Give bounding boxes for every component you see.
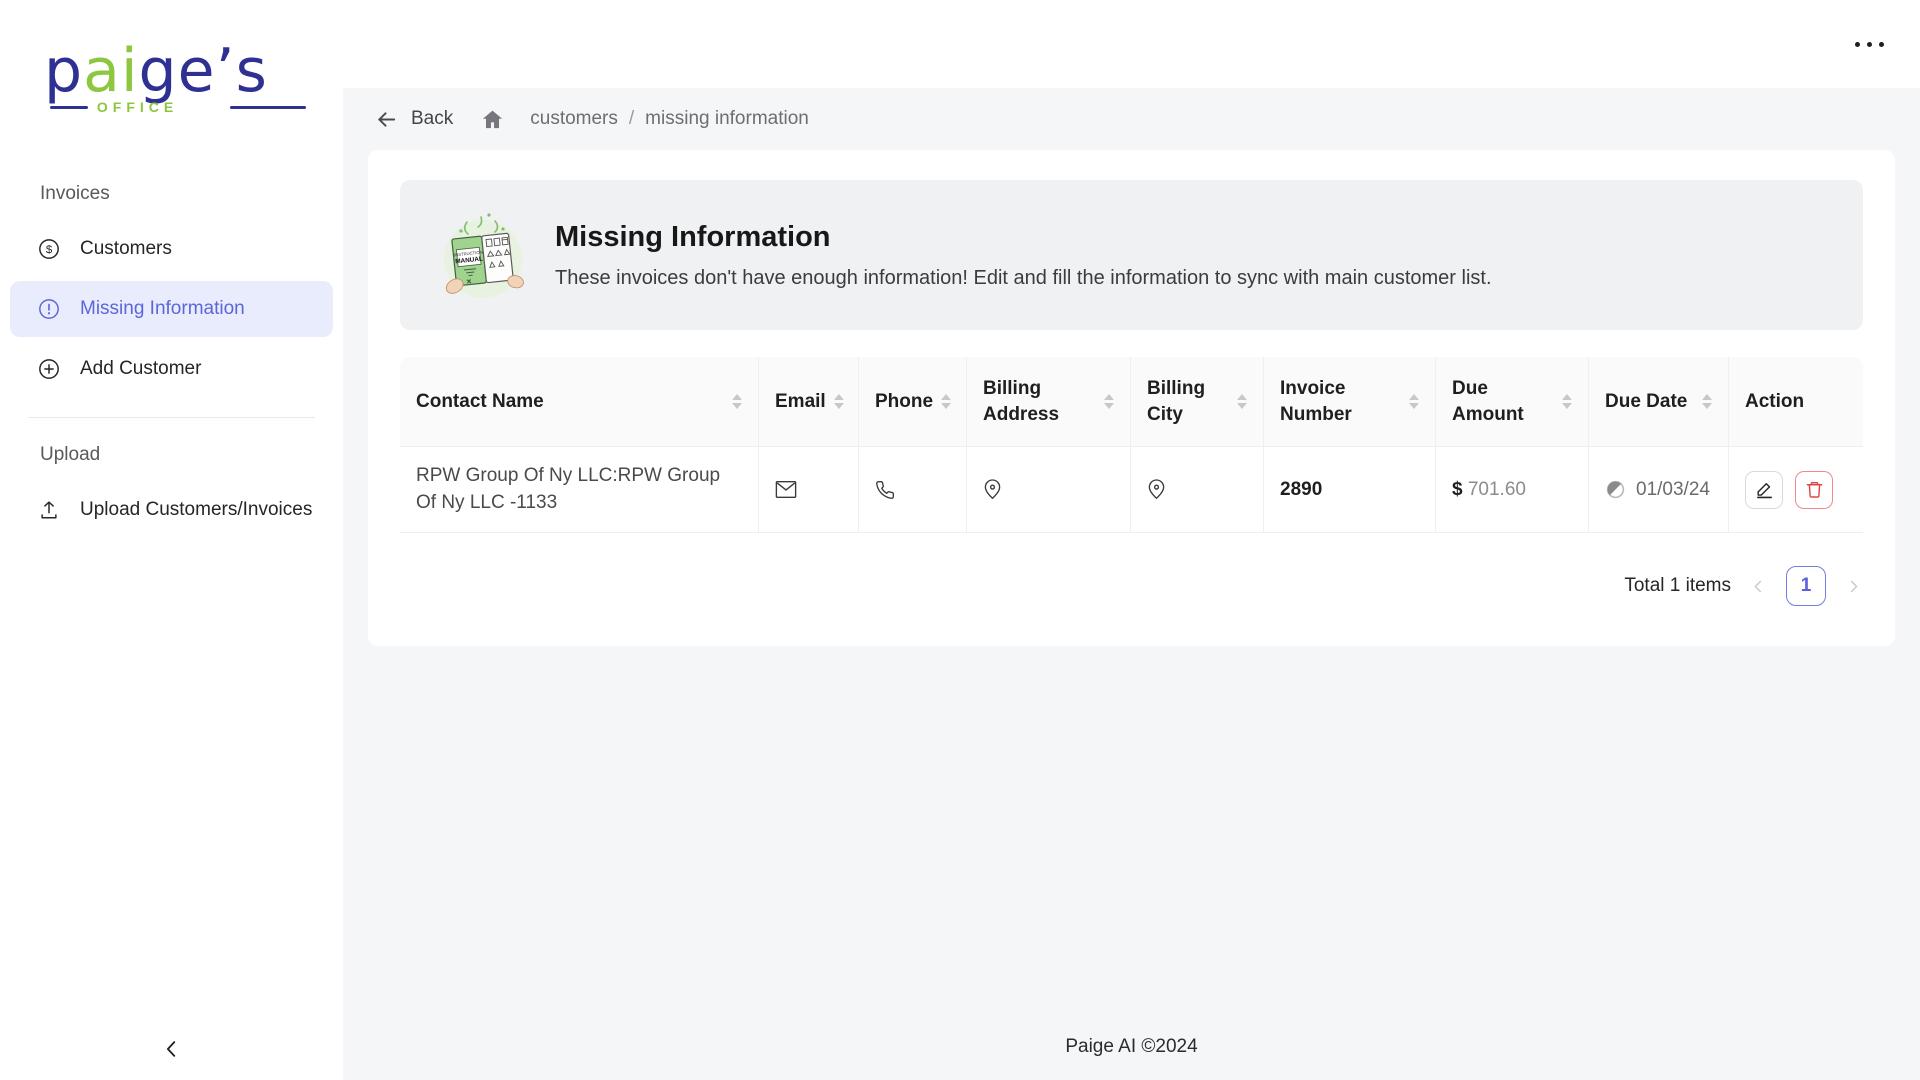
logo-part-ai: ai: [83, 36, 138, 106]
cell-action: [1729, 447, 1863, 533]
svg-text:$: $: [46, 244, 53, 256]
sidebar-item-upload-customers-invoices[interactable]: Upload Customers/Invoices: [10, 482, 333, 538]
footer-text: Paige AI ©2024: [343, 1036, 1920, 1080]
logo-part-p: p: [44, 36, 83, 106]
sidebar-group-upload: Upload: [0, 432, 343, 478]
sidebar-collapse-button[interactable]: [157, 1034, 187, 1064]
main-area: Back customers / missing information: [343, 0, 1920, 1080]
content-area: Back customers / missing information: [343, 88, 1920, 1080]
sidebar-item-label: Missing Information: [80, 298, 245, 320]
cell-due-date: 01/03/24: [1589, 447, 1729, 533]
sorter-icon: [1702, 394, 1712, 409]
plus-circle-icon: [38, 358, 60, 380]
delete-button[interactable]: [1795, 471, 1833, 509]
column-header-billing-city[interactable]: Billing City: [1131, 357, 1264, 447]
page-description: These invoices don't have enough informa…: [555, 267, 1492, 290]
logo-line-right: [230, 106, 306, 109]
column-header-billing-address[interactable]: Billing Address: [967, 357, 1131, 447]
sorter-icon: [1409, 394, 1419, 409]
page-title: Missing Information: [555, 221, 1492, 254]
cell-contact-name: RPW Group Of Ny LLC:RPW Group Of Ny LLC …: [400, 447, 759, 533]
back-arrow-icon: [375, 108, 398, 131]
topbar: [343, 0, 1920, 88]
sorter-icon: [1104, 394, 1114, 409]
dollar-circle-icon: $: [38, 238, 60, 260]
collapse-icon: [161, 1038, 183, 1060]
sorter-icon: [1237, 394, 1247, 409]
pagination-total: Total 1 items: [1624, 575, 1731, 597]
sidebar-item-label: Upload Customers/Invoices: [80, 499, 312, 521]
page-header-banner: INSTRUCTION MANUAL: [400, 180, 1863, 330]
sorter-icon: [732, 394, 742, 409]
trash-icon: [1805, 480, 1824, 499]
ellipsis-menu-icon[interactable]: [1849, 36, 1890, 53]
missing-information-table: Contact Name Email Phone Billing Address…: [400, 357, 1863, 533]
sorter-icon: [1562, 394, 1572, 409]
sorter-icon: [941, 394, 951, 409]
cell-invoice-number: 2890: [1264, 447, 1436, 533]
next-page-icon[interactable]: [1844, 577, 1863, 596]
cell-due-amount: $ 701.60: [1436, 447, 1589, 533]
sidebar-item-label: Add Customer: [80, 358, 201, 380]
back-button[interactable]: Back: [375, 108, 453, 131]
sidebar-menu: Invoices $ Customers Missing Information…: [0, 171, 343, 538]
location-pin-icon: [1147, 479, 1247, 500]
breadcrumb-trail: customers / missing information: [530, 108, 809, 130]
column-header-action: Action: [1729, 357, 1863, 447]
column-header-due-date[interactable]: Due Date: [1589, 357, 1729, 447]
edit-icon: [1755, 480, 1774, 499]
breadcrumb-item-customers[interactable]: customers: [530, 108, 618, 130]
sidebar-divider: [28, 417, 315, 418]
location-pin-icon: [983, 479, 1114, 500]
logo-line-left: [50, 106, 88, 109]
breadcrumb-separator: /: [629, 108, 634, 130]
sorter-icon: [834, 394, 844, 409]
breadcrumb: Back customers / missing information: [343, 88, 1920, 150]
exclamation-circle-icon: [38, 298, 60, 320]
cell-email: [759, 447, 859, 533]
column-header-invoice-number[interactable]: Invoice Number: [1264, 357, 1436, 447]
banner-text: Missing Information These invoices don't…: [555, 221, 1492, 290]
sidebar-item-label: Customers: [80, 238, 172, 260]
pagination: Total 1 items 1: [400, 566, 1863, 606]
column-header-due-amount[interactable]: Due Amount: [1436, 357, 1589, 447]
prev-page-icon[interactable]: [1749, 577, 1768, 596]
sidebar: paige’s OFFICE Invoices $ Customers Miss…: [0, 0, 343, 1080]
logo-wordmark: paige’s: [44, 40, 306, 103]
phone-icon: [875, 480, 950, 500]
envelope-icon: [775, 480, 842, 499]
sidebar-item-customers[interactable]: $ Customers: [10, 221, 333, 277]
half-circle-icon: [1605, 479, 1626, 500]
cell-billing-address: [967, 447, 1131, 533]
column-header-email[interactable]: Email: [759, 357, 859, 447]
table-row: RPW Group Of Ny LLC:RPW Group Of Ny LLC …: [400, 447, 1863, 533]
table-header-row: Contact Name Email Phone Billing Address…: [400, 357, 1863, 447]
sidebar-item-missing-information[interactable]: Missing Information: [10, 281, 333, 337]
sidebar-item-add-customer[interactable]: Add Customer: [10, 341, 333, 397]
logo-tagline: OFFICE: [97, 99, 178, 115]
cell-billing-city: [1131, 447, 1264, 533]
sidebar-group-invoices: Invoices: [0, 171, 343, 217]
app-logo[interactable]: paige’s OFFICE: [44, 40, 306, 115]
edit-button[interactable]: [1745, 471, 1783, 509]
back-label: Back: [411, 108, 453, 130]
due-date-value: 01/03/24: [1636, 477, 1710, 504]
instruction-manual-illustration: INSTRUCTION MANUAL: [437, 209, 529, 301]
column-header-contact-name[interactable]: Contact Name: [400, 357, 759, 447]
cell-phone: [859, 447, 967, 533]
breadcrumb-item-missing-information: missing information: [645, 108, 809, 130]
page-number-button[interactable]: 1: [1786, 566, 1826, 606]
upload-icon: [38, 499, 60, 521]
column-header-phone[interactable]: Phone: [859, 357, 967, 447]
missing-information-card: INSTRUCTION MANUAL: [368, 150, 1895, 646]
home-icon[interactable]: [481, 108, 504, 131]
logo-part-ges: ge’s: [139, 36, 268, 106]
